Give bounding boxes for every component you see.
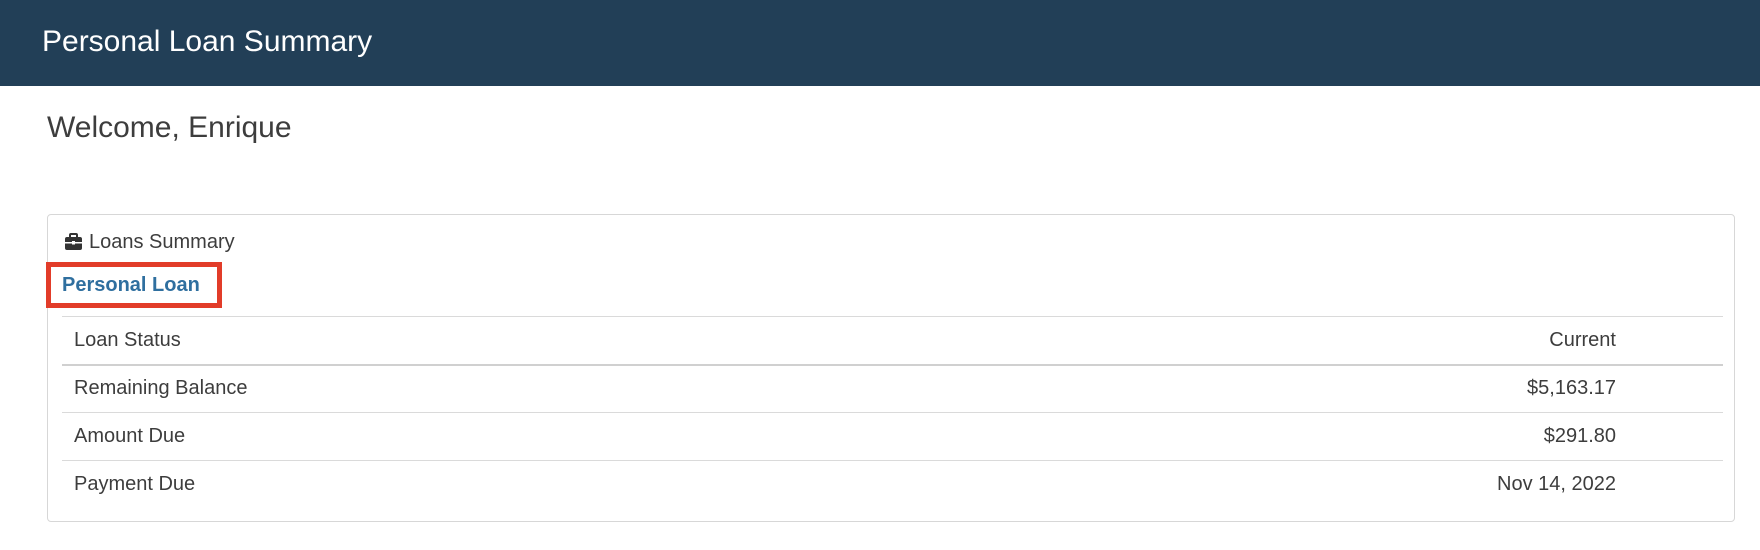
row-label: Payment Due bbox=[74, 473, 196, 496]
table-row: Remaining Balance $5,163.17 bbox=[62, 364, 1723, 413]
loan-details-table: Loan Status Current Remaining Balance $5… bbox=[62, 316, 1723, 509]
page-header: Personal Loan Summary bbox=[0, 0, 1760, 86]
loans-summary-heading: Loans Summary bbox=[64, 229, 235, 255]
welcome-message: Welcome, Enrique bbox=[47, 111, 292, 144]
loans-summary-card: Loans Summary Personal Loan Loan Status … bbox=[46, 214, 1735, 522]
briefcase-icon bbox=[64, 233, 83, 251]
page: Personal Loan Summary Welcome, Enrique L… bbox=[0, 0, 1760, 550]
row-label: Remaining Balance bbox=[74, 377, 248, 400]
row-value: Nov 14, 2022 bbox=[1497, 473, 1616, 496]
row-label: Amount Due bbox=[74, 425, 186, 447]
row-label: Loan Status bbox=[74, 328, 181, 351]
page-title: Personal Loan Summary bbox=[42, 25, 373, 58]
row-value: $5,163.17 bbox=[1527, 377, 1616, 400]
row-value: $291.80 bbox=[1543, 425, 1616, 447]
table-row: Payment Due Nov 14, 2022 bbox=[62, 460, 1723, 509]
loans-summary-label: Loans Summary bbox=[89, 231, 235, 253]
row-value: Current bbox=[1549, 328, 1616, 351]
personal-loan-link[interactable]: Personal Loan bbox=[62, 269, 200, 301]
table-row: Loan Status Current bbox=[62, 316, 1723, 365]
table-row: Amount Due $291.80 bbox=[62, 412, 1723, 461]
